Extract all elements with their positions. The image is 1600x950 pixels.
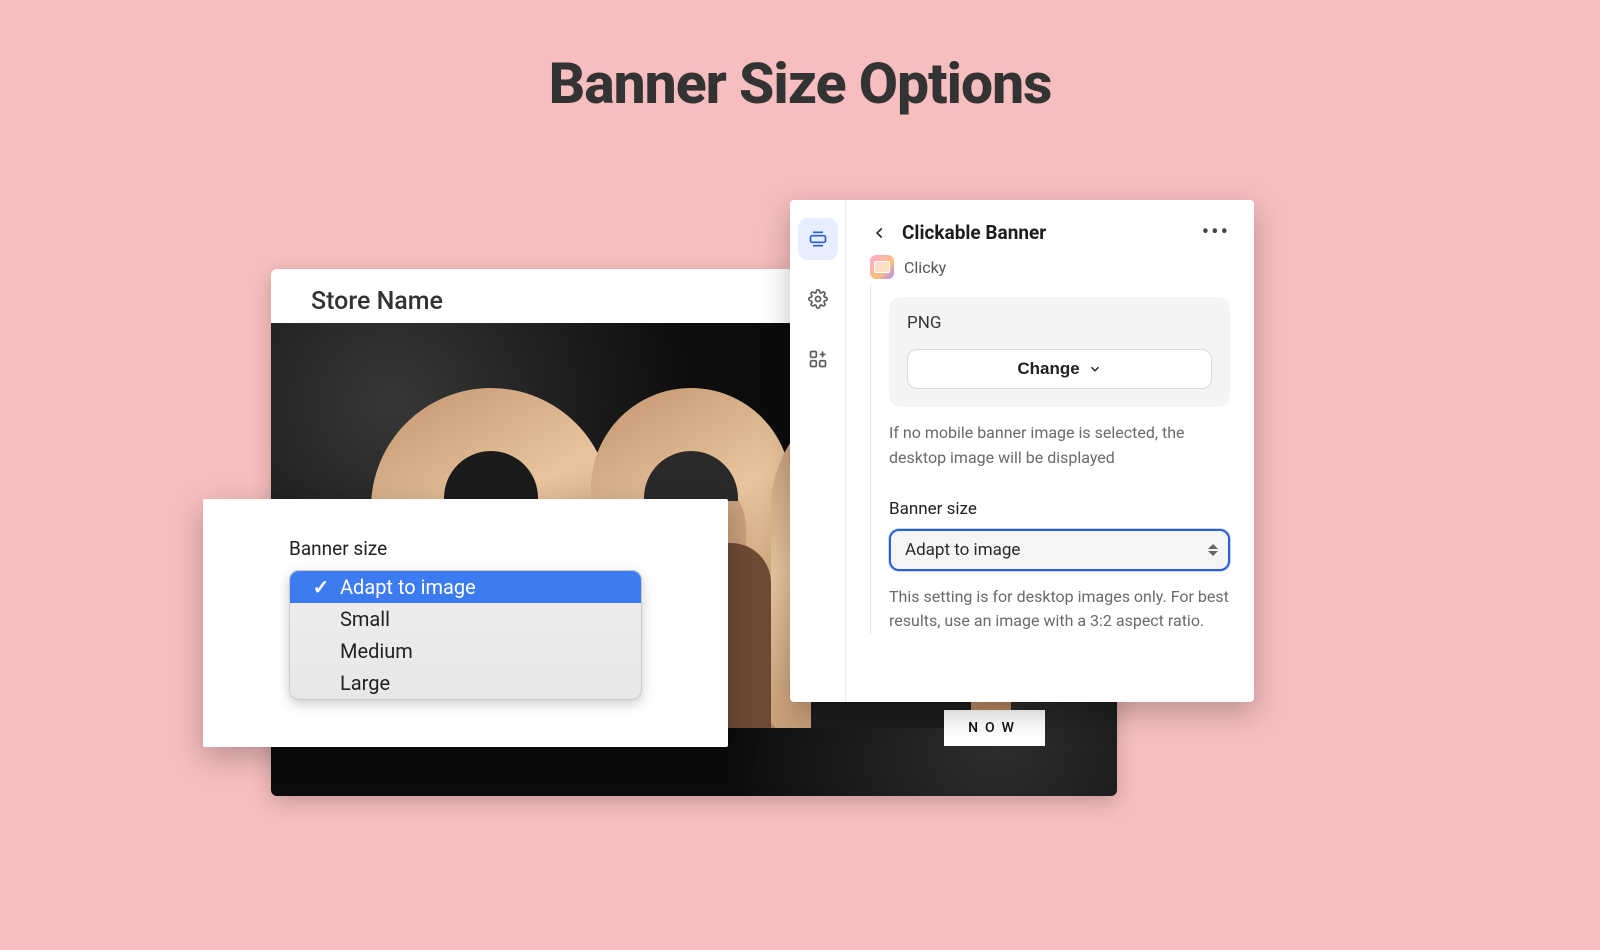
apps-icon[interactable] xyxy=(798,338,838,380)
option-label: Medium xyxy=(340,639,413,663)
app-icon xyxy=(870,255,894,279)
banner-size-value: Adapt to image xyxy=(905,540,1020,560)
image-card: PNG Change xyxy=(889,297,1230,407)
banner-size-option[interactable]: Small xyxy=(290,603,641,635)
banner-size-popover: Banner size Adapt to image Small Medium Lar… xyxy=(203,499,728,747)
banner-size-option[interactable]: Large xyxy=(290,667,641,699)
panel-title: Clickable Banner xyxy=(902,221,1046,244)
change-image-button[interactable]: Change xyxy=(907,349,1212,389)
option-label: Small xyxy=(340,607,390,631)
helper-text: This setting is for desktop images only.… xyxy=(889,585,1230,635)
banner-size-label: Banner size xyxy=(889,499,1230,519)
option-label: Large xyxy=(340,671,390,695)
banner-size-option[interactable]: Medium xyxy=(290,635,641,667)
chevron-down-icon xyxy=(1088,362,1102,376)
banner-size-dropdown[interactable]: Adapt to image Small Medium Large xyxy=(289,570,642,700)
back-icon[interactable] xyxy=(870,223,890,243)
stepper-icon xyxy=(1208,544,1218,556)
sections-icon[interactable] xyxy=(798,218,838,260)
gear-icon[interactable] xyxy=(798,278,838,320)
option-label: Adapt to image xyxy=(340,575,476,599)
app-name: Clicky xyxy=(904,258,946,277)
more-icon[interactable]: ••• xyxy=(1202,220,1230,245)
banner-size-label: Banner size xyxy=(289,537,642,560)
image-format-label: PNG xyxy=(907,313,1212,333)
panel-rail xyxy=(790,200,846,702)
banner-size-option[interactable]: Adapt to image xyxy=(290,571,641,603)
settings-panel: Clickable Banner ••• Clicky PNG Change I… xyxy=(790,200,1254,702)
change-image-label: Change xyxy=(1017,359,1079,379)
banner-size-select[interactable]: Adapt to image xyxy=(889,529,1230,571)
shop-now-button[interactable]: NOW xyxy=(944,710,1045,746)
helper-text: If no mobile banner image is selected, t… xyxy=(889,421,1230,471)
